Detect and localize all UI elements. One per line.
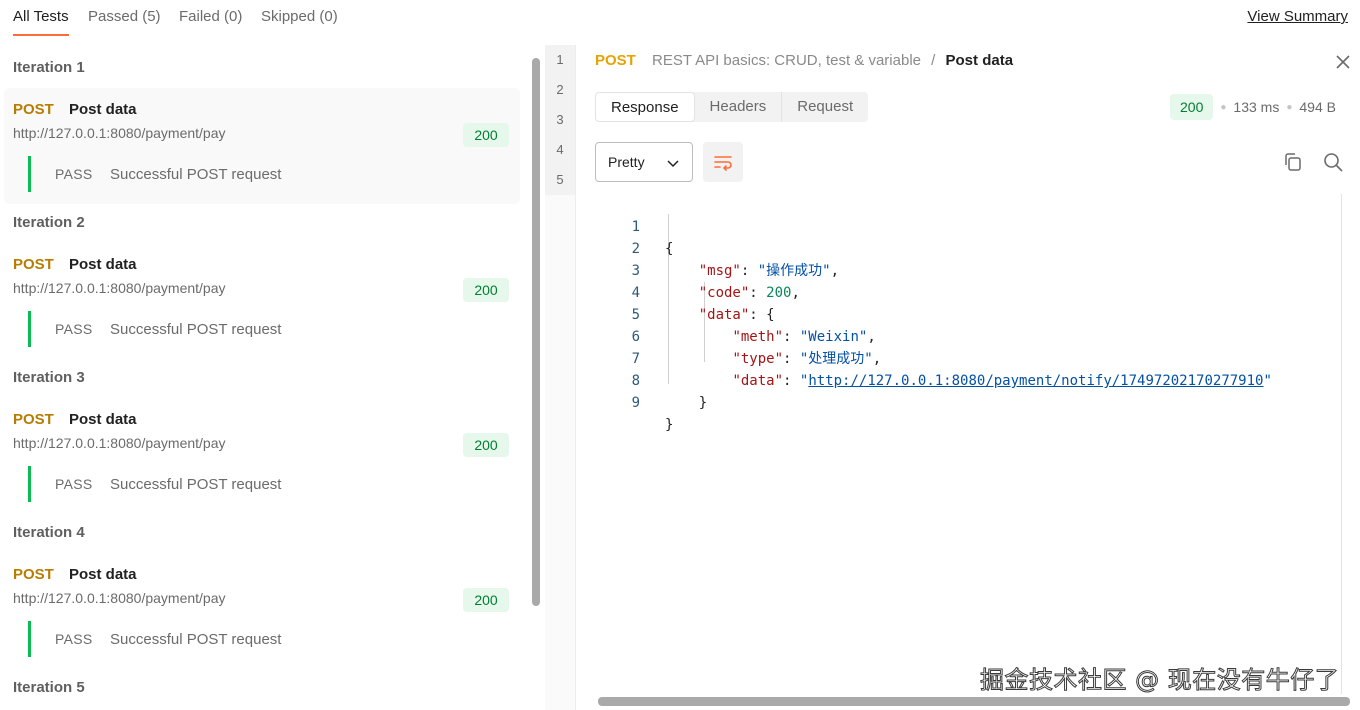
tab-skipped[interactable]: Skipped (0)	[261, 8, 338, 36]
request-name: Post data	[69, 566, 137, 583]
editor-border	[1341, 194, 1342, 694]
meta-separator: ●	[1220, 101, 1227, 113]
breadcrumb-request: Post data	[945, 52, 1014, 69]
iteration-title: Iteration 3	[13, 369, 85, 386]
results-list: Iteration 1 POST Post data http://127.0.…	[0, 40, 528, 710]
close-icon[interactable]	[1333, 52, 1353, 72]
breadcrumb: POST REST API basics: CRUD, test & varia…	[595, 52, 1013, 69]
tab-passed[interactable]: Passed (5)	[88, 8, 161, 36]
iteration-number[interactable]: 5	[545, 165, 575, 195]
tab-request[interactable]: Request	[782, 92, 868, 122]
tab-all-tests[interactable]: All Tests	[13, 8, 69, 36]
code-line: 4 "data": {	[600, 260, 775, 323]
code-text: {	[665, 241, 674, 257]
test-filter-tabs: All Tests Passed (5) Failed (0) Skipped …	[0, 0, 1360, 40]
code-line: 5 "meth": "Weixin",	[600, 282, 876, 345]
code-text: "data": "http://127.0.0.1:8080/payment/n…	[732, 373, 1272, 389]
search-icon[interactable]	[1322, 151, 1344, 173]
code-text: }	[698, 395, 708, 411]
iteration-number[interactable]: 3	[545, 105, 575, 135]
status-badge: 200	[463, 588, 509, 612]
code-line: 2 "msg": "操作成功",	[600, 216, 839, 279]
status-badge: 200	[463, 123, 509, 147]
test-result-label: PASS	[55, 476, 93, 492]
response-size: 494 B	[1299, 99, 1336, 115]
code-text: "type": "处理成功",	[732, 351, 882, 367]
request-name: Post data	[69, 101, 137, 118]
code-text: "meth": "Weixin",	[732, 329, 876, 345]
request-url: http://127.0.0.1:8080/payment/pay	[13, 125, 226, 141]
wrap-lines-icon	[714, 156, 732, 171]
test-pass-bar	[28, 621, 31, 657]
status-badge: 200	[463, 433, 509, 457]
code-line: 7 "data": "http://127.0.0.1:8080/payment…	[600, 326, 1272, 389]
format-selected: Pretty	[608, 154, 645, 170]
chevron-down-icon	[667, 160, 679, 168]
request-result-card[interactable]: POST Post data http://127.0.0.1:8080/pay…	[4, 553, 520, 669]
code-line: 3 "code": 200,	[600, 238, 800, 301]
code-text: "code": 200,	[698, 285, 800, 301]
tab-headers[interactable]: Headers	[695, 92, 783, 122]
code-line: 8 }	[600, 348, 708, 411]
iteration-number[interactable]: 1	[545, 45, 575, 75]
test-name: Successful POST request	[110, 631, 282, 648]
iteration-title: Iteration 1	[13, 59, 85, 76]
request-result-card[interactable]: POST Post data http://127.0.0.1:8080/pay…	[4, 398, 520, 514]
request-method: POST	[13, 256, 54, 273]
wrap-lines-button[interactable]	[703, 142, 743, 182]
response-tabs: Response Headers Request	[595, 92, 869, 122]
iteration-number[interactable]: 4	[545, 135, 575, 165]
notify-url-link[interactable]: http://127.0.0.1:8080/payment/notify/174…	[808, 373, 1263, 389]
request-url: http://127.0.0.1:8080/payment/pay	[13, 590, 226, 606]
request-url: http://127.0.0.1:8080/payment/pay	[13, 280, 226, 296]
code-horizontal-scrollbar[interactable]	[598, 697, 1350, 706]
breadcrumb-method: POST	[595, 52, 636, 69]
view-summary-link[interactable]: View Summary	[1247, 8, 1348, 25]
code-line: 9 }	[600, 370, 674, 433]
code-line: 1 {	[600, 194, 674, 257]
breadcrumb-collection[interactable]: REST API basics: CRUD, test & variable	[652, 52, 921, 69]
status-badge: 200	[463, 278, 509, 302]
response-time: 133 ms	[1233, 99, 1280, 115]
response-status-badge: 200	[1170, 94, 1214, 120]
format-dropdown[interactable]: Pretty	[595, 142, 693, 182]
test-name: Successful POST request	[110, 321, 282, 338]
test-pass-bar	[28, 156, 31, 192]
code-line: 6 "type": "处理成功",	[600, 304, 882, 367]
test-pass-bar	[28, 311, 31, 347]
gutter-background	[545, 195, 575, 710]
iteration-selector: 1 2 3 4 5	[545, 45, 576, 710]
request-name: Post data	[69, 411, 137, 428]
breadcrumb-separator: /	[931, 52, 936, 69]
request-method: POST	[13, 101, 54, 118]
test-name: Successful POST request	[110, 476, 282, 493]
tab-failed[interactable]: Failed (0)	[179, 8, 242, 36]
copy-icon[interactable]	[1282, 151, 1304, 173]
line-number: 9	[631, 395, 640, 411]
code-text: "msg": "操作成功",	[698, 263, 840, 279]
test-result-label: PASS	[55, 166, 93, 182]
results-scrollbar[interactable]	[532, 58, 540, 606]
test-result-label: PASS	[55, 321, 93, 337]
request-result-card[interactable]: POST Post data http://127.0.0.1:8080/pay…	[4, 243, 520, 359]
code-text: "data": {	[698, 307, 775, 323]
iteration-number[interactable]: 2	[545, 75, 575, 105]
request-url: http://127.0.0.1:8080/payment/pay	[13, 435, 226, 451]
meta-separator: ●	[1286, 101, 1293, 113]
tab-response[interactable]: Response	[595, 92, 695, 122]
response-body[interactable]: 1 { 2 "msg": "操作成功", 3 "code": 200, 4 "d…	[600, 194, 1340, 694]
iteration-title: Iteration 4	[13, 524, 85, 541]
request-name: Post data	[69, 256, 137, 273]
request-method: POST	[13, 566, 54, 583]
code-text: }	[665, 417, 674, 433]
iteration-title: Iteration 5	[13, 679, 85, 696]
iteration-title: Iteration 2	[13, 214, 85, 231]
test-name: Successful POST request	[110, 166, 282, 183]
test-pass-bar	[28, 466, 31, 502]
request-result-card[interactable]: POST Post data http://127.0.0.1:8080/pay…	[4, 88, 520, 204]
response-meta: 200 ● 133 ms ● 494 B	[1170, 94, 1336, 120]
test-result-label: PASS	[55, 631, 93, 647]
watermark: 掘金技术社区 @ 现在没有牛仔了	[979, 666, 1340, 695]
request-method: POST	[13, 411, 54, 428]
